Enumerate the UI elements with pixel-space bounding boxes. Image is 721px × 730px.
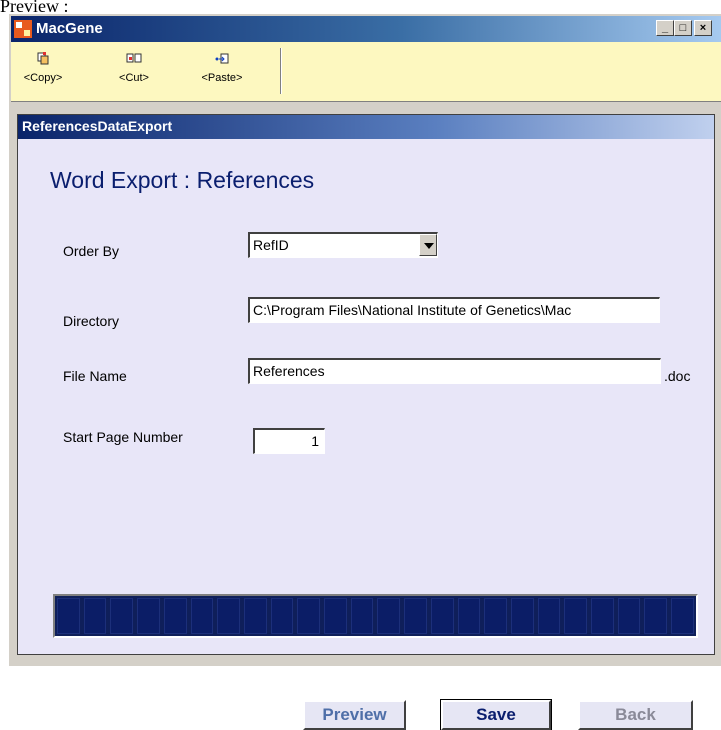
cut-label: <Cut> [119,72,149,84]
directory-input[interactable]: C:\Program Files\National Institute of G… [248,297,660,323]
progress-segment [137,598,160,634]
file-name-label: File Name [63,368,127,384]
maximize-button[interactable]: □ [674,20,692,36]
progress-segment [217,598,240,634]
progress-segment [270,598,294,634]
directory-label: Directory [63,313,120,329]
window-title: MacGene [36,20,103,37]
toolbar: <Copy> <Cut> <Paste> [11,42,721,102]
progress-segment [404,598,427,634]
page-heading: Word Export : References [50,167,315,193]
close-icon: × [699,22,707,34]
start-page-label: Start Page Number [63,429,183,445]
file-name-input[interactable]: References [248,358,661,384]
copy-button[interactable]: <Copy> [15,48,71,94]
progress-segment [377,598,401,634]
progress-segment [350,598,374,634]
order-by-label: Order By [63,243,120,259]
progress-segment [671,598,694,634]
progress-segment [591,598,614,634]
progress-segment [57,598,80,634]
progress-segment [110,598,134,634]
start-page-input[interactable]: 1 [253,428,325,454]
directory-value: C:\Program Files\National Institute of G… [253,302,572,318]
close-button[interactable]: × [694,20,712,36]
progress-segment [537,598,561,634]
progress-segment [83,598,107,634]
order-by-select[interactable]: RefID [248,232,438,258]
paste-icon [215,53,229,64]
start-page-value: 1 [311,433,319,449]
copy-label: <Copy> [23,72,63,84]
macgene-window: MacGene _ □ × <Copy> <Cut> <Paste> Refer… [8,13,721,730]
progress-segment [190,598,214,634]
panel-title-bar: ReferencesDataExport [18,115,714,139]
file-extension: .doc [664,368,691,384]
panel-title: ReferencesDataExport [22,118,173,134]
progress-segment [457,598,481,634]
copy-icon [37,52,49,65]
chevron-down-icon[interactable] [419,234,437,256]
cut-button[interactable]: <Cut> [106,48,162,94]
title-bar[interactable]: MacGene _ □ × [11,16,721,42]
progress-segment [617,598,641,634]
paste-button[interactable]: <Paste> [194,48,250,94]
back-button[interactable]: Back [578,700,693,730]
progress-segment [564,598,588,634]
toolbar-separator [280,48,282,94]
progress-segment [430,598,454,634]
progress-segment [243,598,267,634]
progress-bar [53,594,698,638]
order-by-value: RefID [253,237,289,253]
minimize-button[interactable]: _ [656,20,674,36]
progress-segment [484,598,507,634]
save-button[interactable]: Save [440,699,552,730]
progress-segment [510,598,534,634]
file-name-value: References [253,363,325,379]
paste-label: <Paste> [201,72,243,84]
app-icon [14,20,32,38]
progress-segment [644,598,668,634]
minimize-icon: _ [661,22,669,34]
cut-icon [126,53,142,63]
preview-button[interactable]: Preview [303,700,406,730]
progress-segment [324,598,347,634]
maximize-icon: □ [679,22,687,34]
progress-segment [297,598,321,634]
references-export-panel: ReferencesDataExport Word Export : Refer… [17,114,715,730]
progress-segment [163,598,187,634]
